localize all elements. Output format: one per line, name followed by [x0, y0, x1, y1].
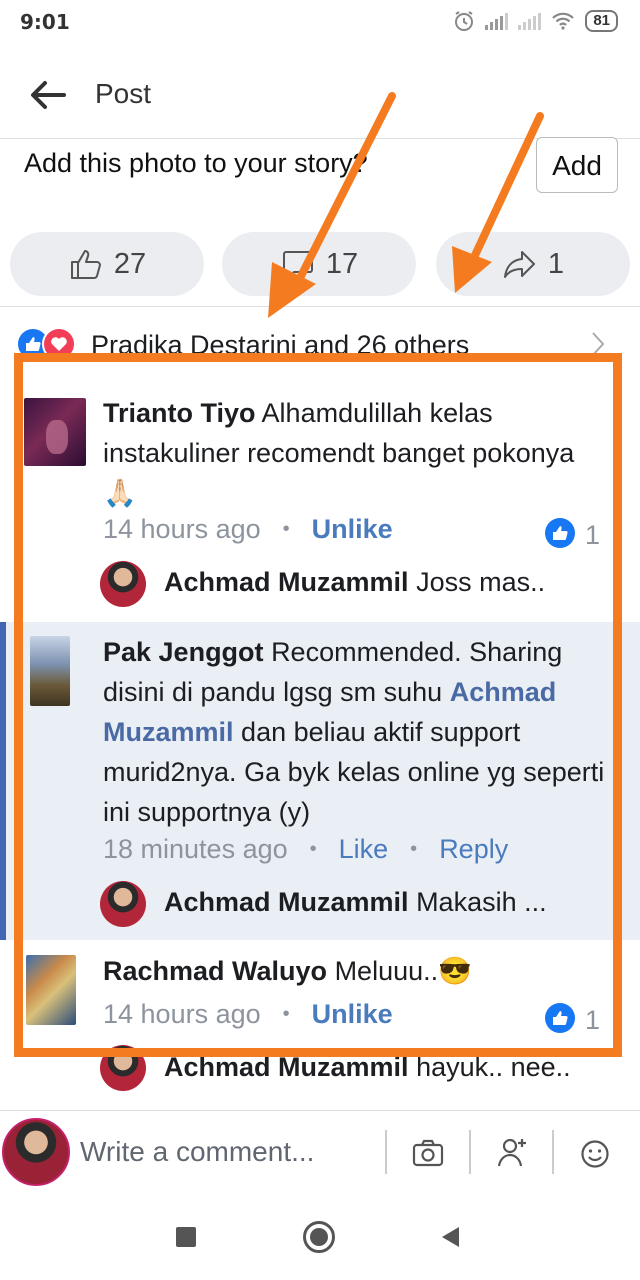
battery-indicator: 81 — [585, 10, 618, 32]
add-to-story-button[interactable]: Add — [536, 137, 618, 193]
back-arrow-icon[interactable] — [28, 78, 68, 112]
divider — [552, 1130, 554, 1174]
recents-button[interactable] — [176, 1227, 196, 1247]
annotation-box — [14, 353, 622, 1057]
status-icons: 81 — [453, 10, 618, 32]
user-avatar[interactable] — [2, 1118, 70, 1186]
status-time: 9:01 — [20, 10, 70, 34]
like-button[interactable]: 27 — [10, 232, 204, 296]
system-nav-bar — [0, 1195, 640, 1280]
comment-count: 17 — [325, 247, 359, 280]
status-bar: 9:01 81 — [0, 0, 640, 48]
highlight-bar — [0, 622, 6, 940]
divider — [469, 1130, 471, 1174]
back-button[interactable] — [439, 1225, 461, 1249]
signal-icon — [485, 12, 509, 30]
divider — [0, 1110, 640, 1111]
page-title: Post — [95, 78, 152, 109]
alarm-icon — [455, 11, 474, 31]
home-button[interactable] — [302, 1220, 336, 1254]
comment-button[interactable]: 17 — [222, 232, 416, 296]
signal-icon-2 — [518, 12, 542, 30]
comment-icon — [282, 251, 313, 279]
add-person-icon[interactable] — [496, 1135, 530, 1169]
share-icon — [503, 251, 535, 278]
wifi-icon — [552, 12, 575, 30]
divider — [0, 306, 640, 307]
emoji-icon[interactable] — [580, 1139, 610, 1169]
story-prompt-text: Add this photo to your story? — [24, 148, 368, 178]
like-count: 27 — [113, 247, 147, 280]
camera-icon[interactable] — [412, 1138, 444, 1168]
comment-input[interactable]: Write a comment... — [80, 1136, 314, 1168]
thumbs-up-icon — [70, 250, 101, 279]
share-button[interactable]: 1 — [436, 232, 630, 296]
share-count: 1 — [547, 247, 565, 280]
divider — [385, 1130, 387, 1174]
